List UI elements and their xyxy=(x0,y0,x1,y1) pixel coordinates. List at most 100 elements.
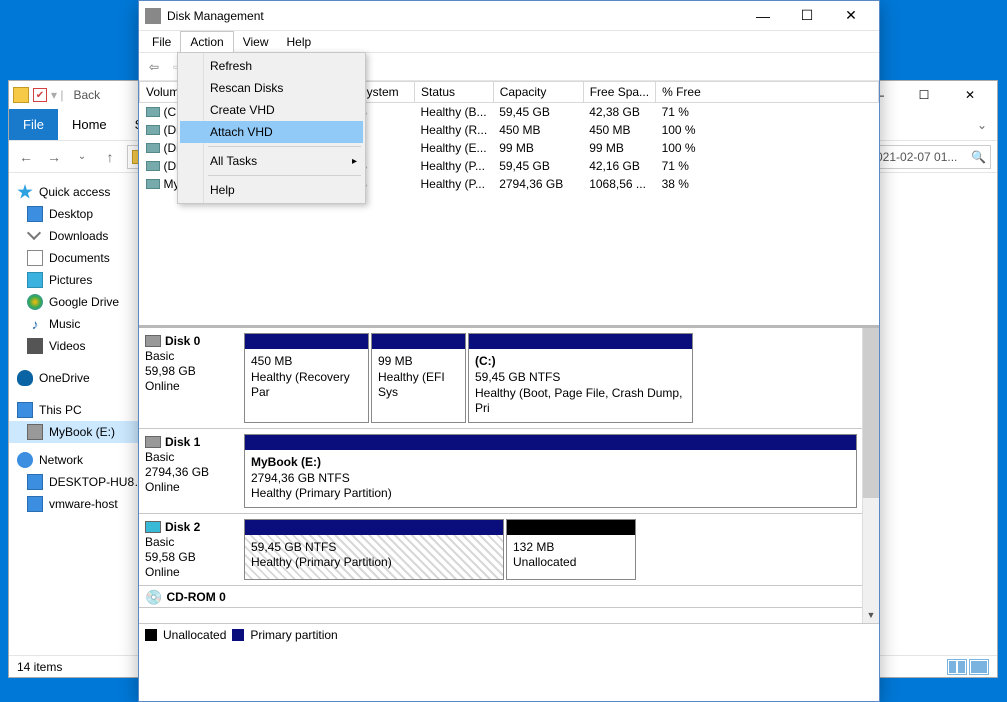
volume-icon xyxy=(146,125,160,135)
nav-back-button[interactable]: ← xyxy=(15,146,37,168)
folder-icon xyxy=(13,87,29,103)
explorer-sidebar: Quick access Desktop Downloads Documents… xyxy=(9,173,139,655)
partition-stripe xyxy=(245,435,856,450)
sidebar-downloads[interactable]: Downloads xyxy=(9,225,139,247)
col-pct[interactable]: % Free xyxy=(656,82,879,103)
qa-checkbox-icon[interactable]: ✔ xyxy=(33,88,47,102)
menu-action[interactable]: Action xyxy=(180,31,233,52)
sidebar-thispc[interactable]: This PC xyxy=(9,399,139,421)
partition-stripe xyxy=(507,520,635,535)
disk-icon xyxy=(145,436,161,448)
disk1-partition-mybook[interactable]: MyBook (E:)2794,36 GB NTFSHealthy (Prima… xyxy=(244,434,857,508)
sidebar-videos[interactable]: Videos xyxy=(9,335,139,357)
dm-min-button[interactable]: — xyxy=(741,2,785,30)
diskmgmt-app-icon xyxy=(145,8,161,24)
view-icons-button[interactable] xyxy=(969,659,989,675)
disk2-header[interactable]: Disk 2 Basic 59,58 GB Online xyxy=(139,514,239,585)
col-free[interactable]: Free Spa... xyxy=(583,82,655,103)
desktop-icon xyxy=(27,206,43,222)
drive-icon xyxy=(27,424,43,440)
disk0-partition-efi[interactable]: 99 MBHealthy (EFI Sys xyxy=(371,333,466,423)
sidebar-quick-access[interactable]: Quick access xyxy=(9,181,139,203)
disk1-row[interactable]: Disk 1 Basic 2794,36 GB Online MyBook (E… xyxy=(139,429,862,514)
pc-icon xyxy=(17,402,33,418)
search-box[interactable]: 021-02-07 01...🔍 xyxy=(871,145,991,169)
diskmgmt-window: Disk Management — ☐ ✕ File Action View H… xyxy=(138,0,880,702)
menu-separator xyxy=(208,146,361,147)
partition-stripe xyxy=(245,520,503,535)
ribbon-home-tab[interactable]: Home xyxy=(58,109,121,140)
dm-menubar: File Action View Help xyxy=(139,31,879,53)
legend-primary-label: Primary partition xyxy=(250,628,337,642)
sidebar-onedrive[interactable]: OneDrive xyxy=(9,367,139,389)
sidebar-music[interactable]: ♪Music xyxy=(9,313,139,335)
sidebar-pictures[interactable]: Pictures xyxy=(9,269,139,291)
qa-separator: ▾ | xyxy=(51,88,63,102)
disk2-row[interactable]: Disk 2 Basic 59,58 GB Online 59,45 GB NT… xyxy=(139,514,862,586)
volume-icon xyxy=(146,143,160,153)
menu-all-tasks[interactable]: All Tasks xyxy=(180,150,363,172)
menu-rescan[interactable]: Rescan Disks xyxy=(180,77,363,99)
disk0-partition-recovery[interactable]: 450 MBHealthy (Recovery Par xyxy=(244,333,369,423)
volume-icon xyxy=(146,107,160,117)
sidebar-mybook[interactable]: MyBook (E:) xyxy=(9,421,139,443)
ribbon-file-tab[interactable]: File xyxy=(9,109,58,140)
legend-unallocated-swatch xyxy=(145,629,157,641)
toolbar-back-button[interactable]: ⇦ xyxy=(143,56,165,78)
status-text: 14 items xyxy=(17,660,62,674)
partition-stripe xyxy=(245,334,368,349)
music-icon: ♪ xyxy=(27,316,43,332)
scroll-down-icon[interactable]: ▼ xyxy=(863,606,879,623)
disk2-partition-primary[interactable]: 59,45 GB NTFSHealthy (Primary Partition) xyxy=(244,519,504,580)
explorer-close-button[interactable]: ✕ xyxy=(947,81,993,109)
cdrom-row[interactable]: 💿CD-ROM 0 xyxy=(139,586,862,608)
disk0-header[interactable]: Disk 0 Basic 59,98 GB Online xyxy=(139,328,239,428)
menu-refresh[interactable]: Refresh xyxy=(180,55,363,77)
legend-unallocated-label: Unallocated xyxy=(163,628,226,642)
sidebar-gdrive[interactable]: Google Drive xyxy=(9,291,139,313)
videos-icon xyxy=(27,338,43,354)
sidebar-network[interactable]: Network xyxy=(9,449,139,471)
disk-graphical-view: ▲ ▼ Disk 0 Basic 59,98 GB Online 450 MBH… xyxy=(139,325,879,623)
menu-help[interactable]: Help xyxy=(278,31,321,52)
sidebar-vmware[interactable]: vmware-host xyxy=(9,493,139,515)
diskmgmt-titlebar[interactable]: Disk Management — ☐ ✕ xyxy=(139,1,879,31)
disk0-partition-c[interactable]: (C:)59,45 GB NTFSHealthy (Boot, Page Fil… xyxy=(468,333,693,423)
documents-icon xyxy=(27,250,43,266)
dm-legend: Unallocated Primary partition xyxy=(139,623,879,645)
disk0-row[interactable]: Disk 0 Basic 59,98 GB Online 450 MBHealt… xyxy=(139,328,862,429)
partition-stripe xyxy=(372,334,465,349)
volume-icon xyxy=(146,161,160,171)
scroll-thumb[interactable] xyxy=(863,328,879,498)
star-icon xyxy=(17,184,33,200)
menu-attach-vhd[interactable]: Attach VHD xyxy=(180,121,363,143)
dm-max-button[interactable]: ☐ xyxy=(785,2,829,30)
partition-stripe xyxy=(469,334,692,349)
nav-forward-button[interactable]: → xyxy=(43,146,65,168)
volume-icon xyxy=(146,179,160,189)
sidebar-desktop[interactable]: Desktop xyxy=(9,203,139,225)
disk-icon xyxy=(145,335,161,347)
ribbon-expand-icon[interactable]: ⌄ xyxy=(967,109,997,140)
sidebar-desktop-hu[interactable]: DESKTOP-HU8… xyxy=(9,471,139,493)
menu-file[interactable]: File xyxy=(143,31,180,52)
onedrive-icon xyxy=(17,370,33,386)
menu-help-item[interactable]: Help xyxy=(180,179,363,201)
sidebar-documents[interactable]: Documents xyxy=(9,247,139,269)
menu-create-vhd[interactable]: Create VHD xyxy=(180,99,363,121)
downloads-icon xyxy=(27,228,43,244)
graphical-scrollbar[interactable]: ▲ ▼ xyxy=(862,328,879,623)
col-capacity[interactable]: Capacity xyxy=(493,82,583,103)
menu-view[interactable]: View xyxy=(234,31,278,52)
disk1-header[interactable]: Disk 1 Basic 2794,36 GB Online xyxy=(139,429,239,513)
disk2-partition-unallocated[interactable]: 132 MBUnallocated xyxy=(506,519,636,580)
col-status[interactable]: Status xyxy=(415,82,494,103)
pictures-icon xyxy=(27,272,43,288)
view-details-button[interactable] xyxy=(947,659,967,675)
explorer-max-button[interactable]: ☐ xyxy=(901,81,947,109)
pc-icon xyxy=(27,496,43,512)
dm-close-button[interactable]: ✕ xyxy=(829,2,873,30)
nav-up-button[interactable]: ↑ xyxy=(99,146,121,168)
network-icon xyxy=(17,452,33,468)
nav-recent-button[interactable]: ⌄ xyxy=(71,146,93,168)
